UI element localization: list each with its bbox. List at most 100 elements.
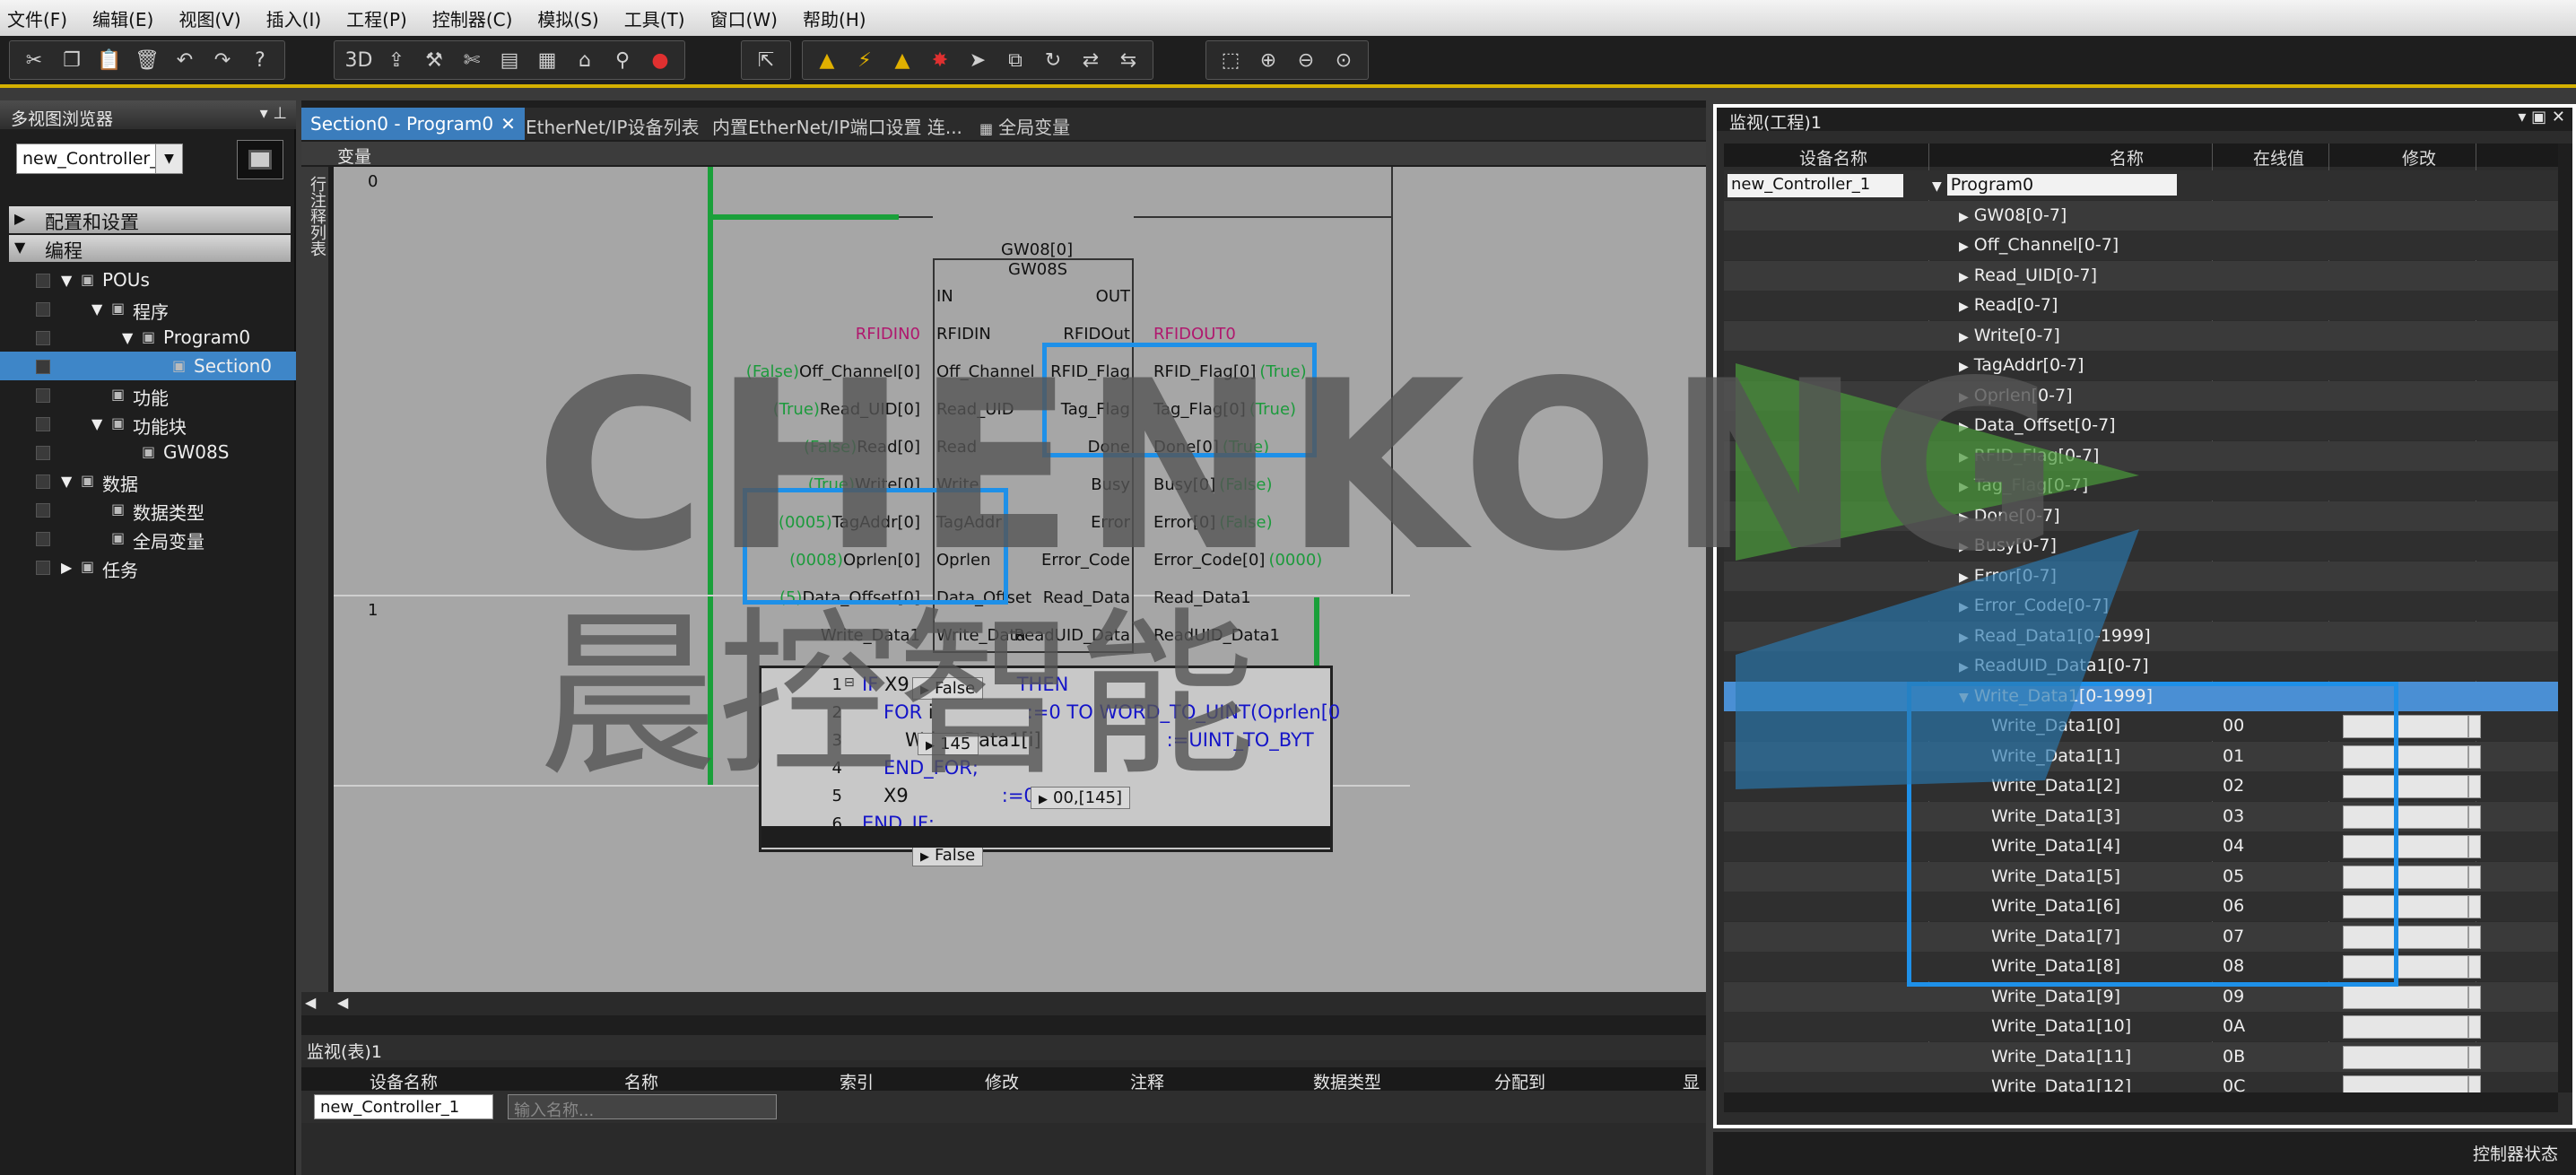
help-icon[interactable]: ? xyxy=(244,44,276,76)
expand-icon[interactable]: ▶ xyxy=(1959,540,1969,554)
column-header[interactable]: 分配到 xyxy=(1494,1069,1545,1093)
warn3-icon[interactable]: ▲ xyxy=(886,44,918,76)
tree-item-checkbox[interactable] xyxy=(36,503,50,518)
alarm-icon[interactable]: ✸ xyxy=(924,44,956,76)
modify-input-extra[interactable] xyxy=(2468,1045,2481,1069)
modify-input[interactable] xyxy=(2343,985,2468,1009)
fb-input-variable[interactable]: (False)Read[0] xyxy=(334,438,920,457)
tree-item[interactable]: ▣ 功能 xyxy=(0,380,296,409)
watch-row[interactable]: ▶ Read[0-7] xyxy=(1724,291,2558,320)
transfer-icon[interactable]: ⇄ xyxy=(1075,44,1107,76)
controller-icon[interactable] xyxy=(237,140,283,179)
name-input[interactable]: 输入名称... xyxy=(508,1094,777,1120)
tree-item-checkbox[interactable] xyxy=(36,331,50,345)
online-icon[interactable]: ⇱ xyxy=(750,44,782,76)
expand-icon[interactable]: ▶ xyxy=(1959,660,1969,675)
export-icon[interactable]: ⇪ xyxy=(380,44,413,76)
sync-icon[interactable]: ⇆ xyxy=(1112,44,1144,76)
watch-row[interactable]: new_Controller_1 ▼ Program0 xyxy=(1724,170,2558,200)
tree-item[interactable]: ▼ ▣ 程序 xyxy=(0,294,296,323)
line-comment-list[interactable]: 行注释列表 xyxy=(301,167,328,992)
tree-item[interactable]: ▼ ▣ POUs xyxy=(0,265,296,294)
cross-ref-icon[interactable]: ⌂ xyxy=(569,44,601,76)
expand-icon[interactable]: ▶ xyxy=(1959,390,1969,405)
watch-row[interactable]: ▶ Error_Code[0-7] xyxy=(1724,591,2558,621)
tree-item[interactable]: ▼ ▣ Program0 xyxy=(0,323,296,352)
watch-row[interactable]: ▶ Read_UID[0-7] xyxy=(1724,260,2558,291)
code-line[interactable]: 4 END_FOR; xyxy=(761,755,1300,782)
fb-output-variable[interactable]: Busy[0] (False) xyxy=(1153,475,1273,494)
expand-icon[interactable]: ▼ xyxy=(91,300,102,318)
warn1-icon[interactable]: ▲ xyxy=(811,44,843,76)
expand-icon[interactable]: ▶ xyxy=(1959,239,1969,254)
modify-input-extra[interactable] xyxy=(2468,895,2481,918)
watch-row[interactable]: ▶ ReadUID_Data1[0-7] xyxy=(1724,651,2558,681)
build-icon[interactable]: ⚒ xyxy=(418,44,450,76)
expand-icon[interactable]: ▶ xyxy=(1959,600,1969,614)
modify-input-extra[interactable] xyxy=(2468,985,2481,1009)
modify-input-extra[interactable] xyxy=(2468,775,2481,798)
code-scrollbar[interactable] xyxy=(761,826,1330,848)
warn2-icon[interactable]: ⚡ xyxy=(849,44,881,76)
watch-row[interactable]: ▶ Oprlen[0-7] xyxy=(1724,380,2558,411)
menu-item[interactable]: 编辑(E) xyxy=(92,5,153,31)
editor-tab[interactable]: EtherNet/IP设备列表 xyxy=(517,108,709,140)
fb-output-variable[interactable]: Read_Data1 xyxy=(1153,588,1251,607)
menu-item[interactable]: 插入(I) xyxy=(266,5,322,31)
modify-input-extra[interactable] xyxy=(2468,955,2481,979)
column-header[interactable]: 修改 xyxy=(2402,145,2436,170)
column-header[interactable]: 显 xyxy=(1683,1069,1700,1093)
column-header[interactable]: 名称 xyxy=(2110,145,2144,170)
menu-item[interactable]: 工程(P) xyxy=(346,5,407,31)
pin-icon[interactable]: ▾ ⊥ xyxy=(260,104,287,123)
report-icon[interactable]: ▤ xyxy=(493,44,526,76)
find-icon[interactable]: ⚲ xyxy=(606,44,639,76)
menu-item[interactable]: 模拟(S) xyxy=(537,5,598,31)
expand-icon[interactable]: ▼ xyxy=(91,415,102,432)
tree-item-checkbox[interactable] xyxy=(36,302,50,317)
editor-tab[interactable]: ▦ 全局变量 xyxy=(970,108,1079,140)
refresh-icon[interactable]: ↻ xyxy=(1037,44,1069,76)
category-config[interactable]: ▶ 配置和设置 xyxy=(9,206,291,233)
menu-item[interactable]: 控制器(C) xyxy=(432,5,513,31)
expand-icon[interactable]: ▶ xyxy=(1959,210,1969,224)
watch-row[interactable]: ▶ Error[0-7] xyxy=(1724,561,2558,591)
modify-input-extra[interactable] xyxy=(2468,835,2481,858)
column-header[interactable]: 修改 xyxy=(985,1069,1019,1093)
3d-icon[interactable]: 3D xyxy=(343,44,375,76)
tree-item[interactable]: ▼ ▣ 功能块 xyxy=(0,409,296,438)
tree-item-checkbox[interactable] xyxy=(36,388,50,403)
watch-horizontal-scrollbar[interactable] xyxy=(1724,1092,2558,1112)
fb-output-variable[interactable]: Error[0] (False) xyxy=(1153,513,1273,532)
window-controls-icon[interactable]: ▾ ▣ ✕ xyxy=(2518,108,2565,126)
code-line[interactable]: 3Write_Data1[i]:=UINT_TO_BYT xyxy=(761,727,1314,754)
expand-icon[interactable]: ▶ xyxy=(1959,510,1969,525)
expand-icon[interactable]: ▼ xyxy=(61,473,72,490)
collapse-icon[interactable]: ▼ xyxy=(14,239,25,256)
tree-item-checkbox[interactable] xyxy=(36,417,50,431)
redo-icon[interactable]: ↷ xyxy=(206,44,239,76)
scroll-left-icon[interactable]: ◀ xyxy=(305,994,316,1011)
expand-icon[interactable]: ▼ xyxy=(61,272,72,289)
tree-item[interactable]: ▣ GW08S xyxy=(0,438,296,466)
modify-input-extra[interactable] xyxy=(2468,805,2481,829)
code-line[interactable]: 2 FOR i:=0 TO WORD_TO_UINT(Oprlen[0 xyxy=(761,700,1341,727)
column-header[interactable]: 注释 xyxy=(1130,1069,1164,1093)
controller-select[interactable]: new_Controller_1 ▼ xyxy=(16,144,183,174)
expand-icon[interactable]: ▶ xyxy=(1959,480,1969,494)
close-icon[interactable]: ✕ xyxy=(500,113,516,135)
variable-bar[interactable]: 变量 xyxy=(301,142,1706,167)
fit-icon[interactable]: ⬚ xyxy=(1214,44,1247,76)
tree-item-checkbox[interactable] xyxy=(36,474,50,489)
expand-icon[interactable]: ▶ xyxy=(1959,300,1969,314)
column-header[interactable]: 设备名称 xyxy=(370,1069,438,1093)
paste-icon[interactable]: 📋 xyxy=(93,44,126,76)
delete-icon[interactable]: 🗑 xyxy=(131,44,163,76)
zoom-in-icon[interactable]: ⊕ xyxy=(1252,44,1284,76)
fb-input-variable[interactable]: (False)Off_Channel[0] xyxy=(334,362,920,381)
modify-input-extra[interactable] xyxy=(2468,1015,2481,1039)
tools-icon[interactable]: ✄ xyxy=(456,44,488,76)
watch-row[interactable]: ▶ Read_Data1[0-1999] xyxy=(1724,621,2558,651)
column-header[interactable]: 名称 xyxy=(624,1069,658,1093)
watch-row[interactable]: ▶ GW08[0-7] xyxy=(1724,200,2558,231)
